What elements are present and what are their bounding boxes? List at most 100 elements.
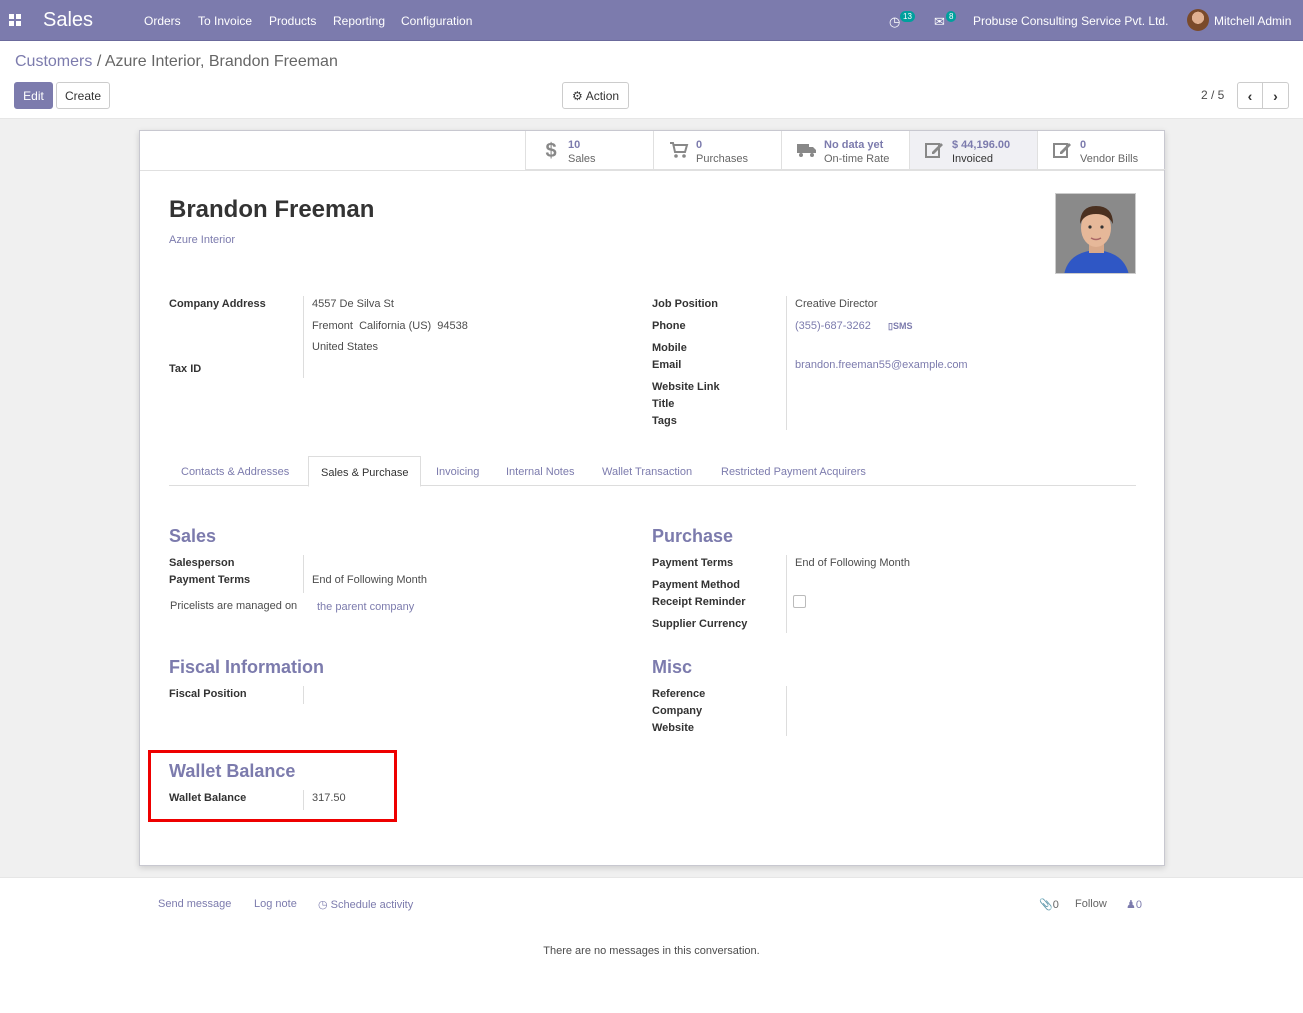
schedule-activity-label: Schedule activity xyxy=(330,899,414,911)
misc-section-title: Misc xyxy=(652,657,693,677)
misc-company-label: Company xyxy=(652,705,703,717)
ontime-rate-label: On-time Rate xyxy=(824,153,890,165)
clock-icon: ◷ xyxy=(318,899,328,911)
sms-button[interactable]: ▯SMS xyxy=(888,321,912,332)
tab-internal-notes[interactable]: Internal Notes xyxy=(494,456,586,487)
partner-photo[interactable] xyxy=(1055,193,1136,274)
field-divider xyxy=(303,555,304,593)
salesperson-label: Salesperson xyxy=(169,557,235,569)
sales-smart-button[interactable]: $ 10 Sales xyxy=(525,131,653,170)
pricelist-note: Pricelists are managed on xyxy=(170,600,298,612)
user-avatar[interactable] xyxy=(1187,9,1209,31)
country-field[interactable]: United States xyxy=(312,341,378,353)
tab-sales-purchase[interactable]: Sales & Purchase xyxy=(308,456,422,487)
menu-reporting[interactable]: Reporting xyxy=(333,14,385,28)
truck-icon xyxy=(796,141,818,161)
log-note-button[interactable]: Log note xyxy=(254,898,297,910)
action-button[interactable]: ⚙ Action xyxy=(562,82,629,109)
phone-field[interactable]: (355)-687-3262 xyxy=(795,320,871,332)
breadcrumb: Customers / Azure Interior, Brandon Free… xyxy=(15,53,338,71)
paperclip-icon: 📎 xyxy=(1039,899,1053,911)
parent-company-link[interactable]: Azure Interior xyxy=(169,234,235,246)
website-link-label: Website Link xyxy=(652,381,720,393)
pager-value[interactable]: 2 / 5 xyxy=(1201,88,1224,102)
wallet-highlight-box xyxy=(148,750,397,822)
pager-next-icon[interactable]: › xyxy=(1262,82,1289,109)
top-navbar: Sales Orders To Invoice Products Reporti… xyxy=(0,0,1303,41)
sales-payment-terms-field[interactable]: End of Following Month xyxy=(312,574,427,586)
tags-label: Tags xyxy=(652,415,677,427)
ontime-rate-value: No data yet xyxy=(824,139,884,151)
menu-products[interactable]: Products xyxy=(269,14,316,28)
breadcrumb-customers[interactable]: Customers xyxy=(15,53,92,70)
purchases-label: Purchases xyxy=(696,153,748,165)
field-divider xyxy=(303,686,304,704)
followers-button[interactable]: ♟0 xyxy=(1126,898,1142,911)
email-label: Email xyxy=(652,359,682,371)
purchases-smart-button[interactable]: 0 Purchases xyxy=(653,131,781,170)
purchase-section-title: Purchase xyxy=(652,526,734,546)
supplier-currency-label: Supplier Currency xyxy=(652,618,748,630)
breadcrumb-current: Azure Interior, Brandon Freeman xyxy=(104,53,338,70)
title-label: Title xyxy=(652,398,675,410)
attachments-count: 0 xyxy=(1052,899,1059,911)
phone-label: Phone xyxy=(652,320,686,332)
message-count-badge: 8 xyxy=(946,11,957,22)
attachments-button[interactable]: 📎0 xyxy=(1039,898,1059,911)
partner-name: Brandon Freeman xyxy=(169,196,375,223)
tab-restricted-payment-acquirers[interactable]: Restricted Payment Acquirers xyxy=(709,456,878,487)
receipt-reminder-label: Receipt Reminder xyxy=(652,596,746,608)
sales-count: 10 xyxy=(568,139,581,151)
user-menu[interactable]: Mitchell Admin xyxy=(1214,14,1291,28)
fiscal-position-label: Fiscal Position xyxy=(169,688,247,700)
field-divider xyxy=(786,686,787,736)
notebook-tabs: Contacts & Addresses Sales & Purchase In… xyxy=(169,456,1136,487)
email-field[interactable]: brandon.freeman55@example.com xyxy=(795,359,968,371)
invoiced-smart-button[interactable]: $ 44,196.00 Invoiced xyxy=(909,131,1037,170)
vendor-bills-count: 0 xyxy=(1080,139,1087,151)
field-divider xyxy=(786,555,787,633)
activity-count-badge: 13 xyxy=(900,11,915,22)
ontime-rate-smart-button[interactable]: No data yet On-time Rate xyxy=(781,131,909,170)
field-divider xyxy=(303,296,304,378)
action-label: Action xyxy=(585,88,620,103)
menu-to-invoice[interactable]: To Invoice xyxy=(198,14,252,28)
payment-method-label: Payment Method xyxy=(652,579,741,591)
invoiced-label: Invoiced xyxy=(952,153,993,165)
job-position-label: Job Position xyxy=(652,298,718,310)
app-title[interactable]: Sales xyxy=(43,9,93,32)
create-button[interactable]: Create xyxy=(56,82,110,109)
breadcrumb-separator: / xyxy=(96,53,102,70)
company-switcher[interactable]: Probuse Consulting Service Pvt. Ltd. xyxy=(973,14,1168,28)
receipt-reminder-checkbox[interactable] xyxy=(793,595,806,608)
chatter: Send message Log note ◷ Schedule activit… xyxy=(0,877,1303,1013)
purchase-payment-terms-field[interactable]: End of Following Month xyxy=(795,557,910,569)
schedule-activity-button[interactable]: ◷ Schedule activity xyxy=(318,898,413,911)
job-position-field[interactable]: Creative Director xyxy=(795,298,878,310)
edit-icon xyxy=(1052,141,1074,161)
activity-clock-icon[interactable]: ◷ 13 xyxy=(889,11,915,30)
follow-button[interactable]: Follow xyxy=(1075,898,1107,910)
apps-menu-icon[interactable] xyxy=(9,14,21,26)
partner-photo-image xyxy=(1056,194,1135,273)
menu-configuration[interactable]: Configuration xyxy=(401,14,472,28)
fiscal-section-title: Fiscal Information xyxy=(169,657,325,677)
purchases-count: 0 xyxy=(696,139,703,151)
sales-payment-terms-label: Payment Terms xyxy=(169,574,251,586)
menu-orders[interactable]: Orders xyxy=(144,14,181,28)
misc-website-label: Website xyxy=(652,722,694,734)
followers-count: 0 xyxy=(1135,899,1142,911)
city-state-zip-field[interactable]: Fremont California (US) 94538 xyxy=(312,320,468,332)
messages-chat-icon[interactable]: ✉ 8 xyxy=(934,11,957,30)
tab-invoicing[interactable]: Invoicing xyxy=(424,456,491,487)
street-field[interactable]: 4557 De Silva St xyxy=(312,298,394,310)
parent-company-pricelist-link[interactable]: the parent company xyxy=(317,601,414,613)
tab-contacts-addresses[interactable]: Contacts & Addresses xyxy=(169,456,301,487)
sales-label: Sales xyxy=(568,153,596,165)
tab-wallet-transaction[interactable]: Wallet Transaction xyxy=(590,456,704,487)
pager-previous-icon[interactable]: ‹ xyxy=(1237,82,1263,109)
send-message-button[interactable]: Send message xyxy=(158,898,231,910)
edit-button[interactable]: Edit xyxy=(14,82,53,109)
gear-icon: ⚙ xyxy=(571,88,583,103)
vendor-bills-smart-button[interactable]: 0 Vendor Bills xyxy=(1037,131,1165,170)
